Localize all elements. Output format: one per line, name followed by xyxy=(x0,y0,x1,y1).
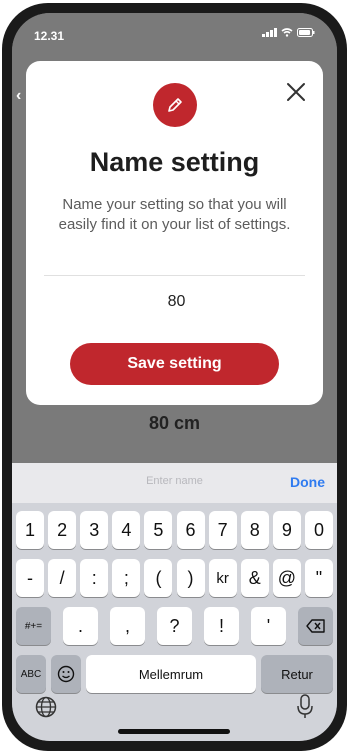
key[interactable]: 1 xyxy=(16,511,44,549)
key[interactable]: 9 xyxy=(272,511,301,549)
key[interactable]: 6 xyxy=(176,511,205,549)
key[interactable]: 5 xyxy=(144,511,173,549)
screen: 12.31 ‹ 80 cm Name setting Name your set… xyxy=(12,13,337,741)
key[interactable]: 0 xyxy=(304,511,333,549)
space-key[interactable]: Mellemrum xyxy=(86,655,256,693)
key[interactable]: : xyxy=(80,559,109,597)
key[interactable]: ( xyxy=(144,559,173,597)
key[interactable]: @ xyxy=(272,559,301,597)
emoji-key[interactable] xyxy=(51,655,81,693)
keyboard-row-punctuation: #+= . , ? ! ' xyxy=(16,607,333,645)
signal-icon xyxy=(262,27,277,37)
keyboard-row-symbols: - / : ; ( ) kr & @ " xyxy=(16,559,333,597)
key[interactable]: / xyxy=(48,559,77,597)
emoji-icon xyxy=(57,665,75,683)
key[interactable]: - xyxy=(16,559,44,597)
pencil-icon xyxy=(153,83,197,127)
return-key[interactable]: Retur xyxy=(261,655,333,693)
key[interactable]: ! xyxy=(204,607,239,645)
keyboard: Enter name Done 1 2 3 4 5 6 7 8 9 0 - / … xyxy=(12,463,337,741)
status-bar: 12.31 xyxy=(12,13,337,57)
key[interactable]: 2 xyxy=(48,511,77,549)
key[interactable]: , xyxy=(110,607,145,645)
key[interactable]: " xyxy=(304,559,333,597)
key[interactable]: ) xyxy=(176,559,205,597)
background-value: 80 cm xyxy=(148,413,201,433)
key[interactable]: ; xyxy=(112,559,141,597)
close-icon[interactable] xyxy=(283,79,309,105)
status-time: 12.31 xyxy=(34,29,65,43)
battery-icon xyxy=(297,27,315,37)
keyboard-row-bottom: ABC Mellemrum Retur xyxy=(16,655,333,693)
status-icons xyxy=(262,27,315,37)
name-setting-dialog: Name setting Name your setting so that y… xyxy=(26,61,323,405)
phone-frame: 12.31 ‹ 80 cm Name setting Name your set… xyxy=(2,3,347,751)
wifi-icon xyxy=(281,27,293,37)
keyboard-row-numbers: 1 2 3 4 5 6 7 8 9 0 xyxy=(16,511,333,549)
divider xyxy=(44,275,305,276)
key[interactable]: 4 xyxy=(112,511,141,549)
done-button[interactable]: Done xyxy=(290,474,325,490)
key[interactable]: kr xyxy=(208,559,237,597)
backspace-key[interactable] xyxy=(298,607,333,645)
globe-icon[interactable] xyxy=(34,695,58,719)
home-indicator[interactable] xyxy=(118,729,230,734)
key[interactable]: 3 xyxy=(80,511,109,549)
dialog-description: Name your setting so that you will easil… xyxy=(58,196,291,233)
key[interactable]: 7 xyxy=(208,511,237,549)
key[interactable]: ' xyxy=(251,607,286,645)
input-placeholder: Enter name xyxy=(146,475,203,487)
key[interactable]: ? xyxy=(157,607,192,645)
setting-name-input[interactable] xyxy=(44,289,309,315)
keyboard-toolbar: Enter name Done xyxy=(12,463,337,503)
key[interactable]: 8 xyxy=(240,511,269,549)
mic-icon[interactable] xyxy=(295,693,315,721)
back-button[interactable]: ‹ xyxy=(16,87,21,105)
key[interactable]: . xyxy=(63,607,98,645)
dialog-title: Name setting xyxy=(89,147,260,177)
key[interactable]: & xyxy=(240,559,269,597)
backspace-icon xyxy=(305,619,325,633)
symbols-toggle-key[interactable]: #+= xyxy=(16,607,51,645)
abc-key[interactable]: ABC xyxy=(16,655,46,693)
save-setting-button[interactable]: Save setting xyxy=(70,343,279,385)
